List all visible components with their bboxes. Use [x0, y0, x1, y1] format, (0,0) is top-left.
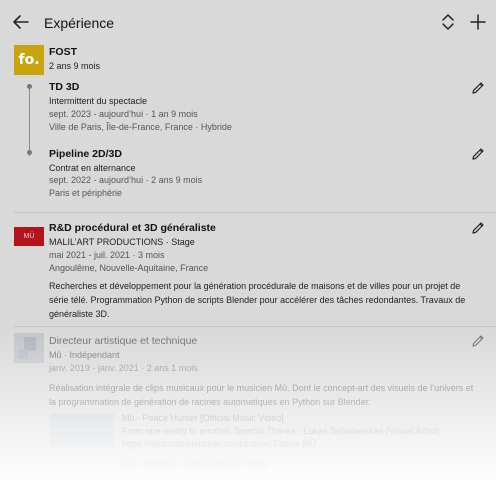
malilart-logo[interactable]: MÜ [14, 227, 44, 246]
position-dates: sept. 2022 - aujourd’hui · 2 ans 9 mois [49, 175, 203, 185]
back-button[interactable] [8, 8, 36, 36]
timeline-line [29, 87, 30, 156]
experience-page: Expérience fo. FOST 2 ans 9 mois TD 3D I… [0, 0, 496, 480]
position-type: Intermittent du spectacle [49, 96, 148, 106]
malilart-logo-text: MÜ [23, 233, 35, 240]
pencil-icon [472, 82, 484, 94]
position-description-line: Réalisation intégrale de clips musicaux … [49, 383, 474, 393]
media-description-line: https://lukassabaliauskas.tumblr.com/ Fo… [122, 439, 324, 449]
company-duration: 2 ans 9 mois [49, 61, 101, 71]
position-description-line: généraliste 3D. [49, 309, 110, 319]
timeline-dot [27, 84, 32, 89]
position-location: Paris et périphérie [49, 188, 123, 198]
edit-button[interactable] [470, 146, 486, 162]
media-title[interactable]: Mû - Wanderer [Official Music Video] [122, 459, 268, 469]
arrow-left-icon [13, 15, 29, 29]
add-experience-button[interactable] [466, 10, 490, 34]
header-bar: Expérience [0, 0, 496, 44]
section-divider [14, 212, 496, 213]
position-dates: mai 2021 - juil. 2021 · 3 mois [49, 250, 165, 260]
company-name[interactable]: FOST [49, 46, 77, 58]
position-description-line: la programmation de génération de racine… [49, 397, 371, 407]
position-title[interactable]: TD 3D [49, 81, 79, 93]
position-title[interactable]: Directeur artistique et technique [49, 335, 197, 347]
company-name: Mû · Indépendant [49, 350, 120, 360]
media-thumbnail[interactable] [50, 413, 114, 447]
media-title[interactable]: Mû - Peace Hunter [Official Music Video] [122, 413, 284, 423]
pencil-icon [472, 222, 484, 234]
company-name: MALIL’ART PRODUCTIONS · Stage [49, 237, 195, 247]
position-title[interactable]: R&D procédural et 3D généraliste [49, 222, 216, 234]
mu-logo-block [18, 349, 28, 359]
position-description-line: Recherches et développement pour la géné… [49, 281, 461, 291]
fost-logo[interactable]: fo. [14, 45, 44, 75]
position-title[interactable]: Pipeline 2D/3D [49, 148, 122, 160]
position-description-line: série télé. Programmation Python de scri… [49, 295, 466, 305]
reorder-button[interactable] [436, 10, 460, 34]
pencil-icon [472, 148, 484, 160]
position-location: Ville de Paris, Île-de-France, France · … [49, 122, 232, 132]
position-type: Contrat en alternance [49, 163, 136, 173]
section-divider [14, 326, 496, 327]
position-dates: janv. 2019 - janv. 2021 · 2 ans 1 mois [49, 363, 198, 373]
position-dates: sept. 2023 - aujourd’hui · 1 an 9 mois [49, 109, 198, 119]
plus-icon [470, 14, 486, 30]
edit-button[interactable] [470, 333, 486, 349]
fost-logo-text: fo. [18, 52, 40, 68]
edit-button[interactable] [470, 80, 486, 96]
edit-button[interactable] [470, 220, 486, 236]
pencil-icon [472, 335, 484, 347]
mu-logo[interactable] [14, 333, 44, 363]
chevron-up-down-icon [442, 14, 454, 30]
position-location: Angoulême, Nouvelle-Aquitaine, France [49, 263, 209, 273]
page-title: Expérience [44, 15, 115, 31]
media-description-line: From one reality to another. Special Tha… [122, 426, 439, 436]
timeline-dot [27, 150, 32, 155]
